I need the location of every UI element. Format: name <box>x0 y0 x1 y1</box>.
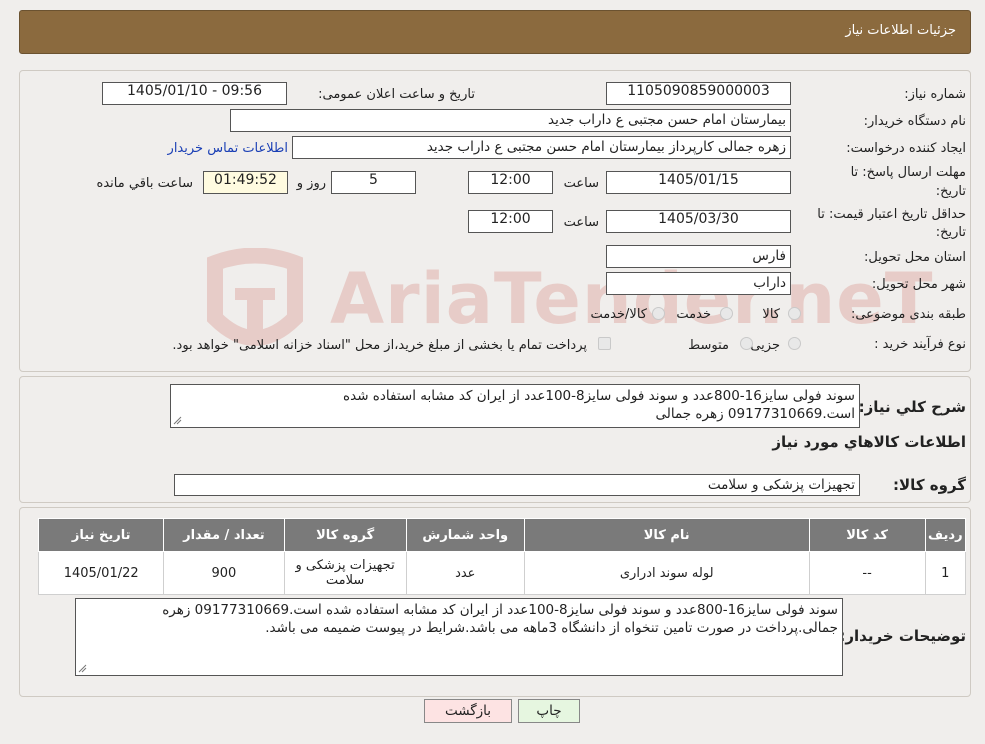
need-number-field: 1105090859000003 <box>606 82 791 105</box>
category-option-service: خدمت <box>676 307 711 322</box>
col-index: ردیف <box>924 518 967 552</box>
items-table-header: ردیف کد کالا نام کالا واحد شمارش گروه کا… <box>37 518 967 552</box>
buyer-org-label: نام دستگاه خریدار: <box>863 114 966 129</box>
page-title: جزئیات اطلاعات نیاز <box>845 23 956 38</box>
category-radio-service[interactable] <box>720 307 733 320</box>
col-group: گروه کالا <box>283 518 407 552</box>
back-button[interactable]: بازگشت <box>424 699 512 723</box>
buyer-notes-label: توضیحات خریدار: <box>839 627 966 645</box>
summary-textarea[interactable]: سوند فولی سایز16-800عدد و سوند فولی سایز… <box>170 384 860 428</box>
col-date: تاریخ نیاز <box>37 518 165 552</box>
creator-label: ایجاد کننده درخواست: <box>846 141 966 156</box>
summary-label: شرح کلي نياز: <box>858 398 966 416</box>
remaining-timer: 01:49:52 <box>203 171 288 194</box>
process-option-medium: متوسط <box>688 338 729 353</box>
deadline-time-field: 12:00 <box>468 171 553 194</box>
col-name: نام کالا <box>523 518 810 552</box>
category-option-goods: کالا <box>762 307 780 322</box>
province-field: فارس <box>606 245 791 268</box>
announce-label: تاریخ و ساعت اعلان عمومی: <box>318 87 475 102</box>
process-label: نوع فرآیند خرید : <box>874 337 966 352</box>
city-field: داراب <box>606 272 791 295</box>
creator-field: زهره جمالی کارپرداز بیمارستان امام حسن م… <box>292 136 791 159</box>
days-label: روز و <box>296 176 326 191</box>
deadline-date-field: 1405/01/15 <box>606 171 791 194</box>
buyer-notes-textarea[interactable]: سوند فولی سایز16-800عدد و سوند فولی سایز… <box>75 598 843 676</box>
deadline-time-label: ساعت <box>563 176 599 191</box>
goods-info-title: اطلاعات کالاهاي مورد نياز <box>772 433 966 451</box>
validity-label: حداقل تاریخ اعتبار قیمت: تا <box>817 207 966 222</box>
col-unit: واحد شمارش <box>405 518 525 552</box>
buyer-notes-line-2: جمالی.پرداخت در صورت تامین تنخواه از دان… <box>265 620 838 636</box>
category-option-goods-service: کالا/خدمت <box>590 307 647 322</box>
category-label: طبقه بندی موضوعی: <box>850 307 966 322</box>
cell-qty: 900 <box>163 551 285 595</box>
cell-name: لوله سوند ادراری <box>523 551 810 595</box>
watermark-text: AriaTender.neT <box>330 258 934 340</box>
items-table: ردیف کد کالا نام کالا واحد شمارش گروه کا… <box>37 518 967 595</box>
resize-grip-icon[interactable] <box>173 416 182 425</box>
need-number-label: شماره نیاز: <box>904 87 966 102</box>
validity-date-field: 1405/03/30 <box>606 210 791 233</box>
validity-label-date: تاریخ: <box>935 225 966 240</box>
summary-line-2: است.09177310669 زهره جمالی <box>655 406 855 422</box>
print-button[interactable]: چاپ <box>518 699 580 723</box>
city-label: شهر محل تحویل: <box>871 277 966 292</box>
buyer-org-field: بیمارستان امام حسن مجتبی ع داراب جدید <box>230 109 791 132</box>
summary-line-1: سوند فولی سایز16-800عدد و سوند فولی سایز… <box>343 388 855 404</box>
category-radio-goods[interactable] <box>788 307 801 320</box>
goods-group-field: تجهیزات پزشکی و سلامت <box>174 474 860 496</box>
process-radio-partial[interactable] <box>788 337 801 350</box>
category-radio-goods-service[interactable] <box>652 307 665 320</box>
col-code: کد کالا <box>808 518 926 552</box>
cell-code: -- <box>808 551 926 595</box>
process-checkbox-treasury[interactable] <box>598 337 611 350</box>
cell-group-line-1: تجهیزات پزشکی و <box>295 558 395 573</box>
process-radio-medium[interactable] <box>740 337 753 350</box>
table-row: 1 -- لوله سوند ادراری عدد تجهیزات پزشکی … <box>37 551 967 595</box>
remaining-label: ساعت باقي مانده <box>96 176 193 191</box>
resize-grip-icon[interactable] <box>78 664 87 673</box>
validity-time-label: ساعت <box>563 215 599 230</box>
buyer-notes-line-1: سوند فولی سایز16-800عدد و سوند فولی سایز… <box>162 602 838 618</box>
cell-date: 1405/01/22 <box>37 551 165 595</box>
cell-group: تجهیزات پزشکی و سلامت <box>283 551 407 595</box>
cell-index: 1 <box>924 551 967 595</box>
cell-group-line-2: سلامت <box>325 573 365 588</box>
page-header: جزئیات اطلاعات نیاز <box>19 10 971 54</box>
cell-unit: عدد <box>405 551 525 595</box>
deadline-label: مهلت ارسال پاسخ: تا <box>850 165 966 180</box>
days-field: 5 <box>331 171 416 194</box>
province-label: استان محل تحویل: <box>864 250 966 265</box>
goods-group-label: گروه کالا: <box>893 476 966 494</box>
validity-time-field: 12:00 <box>468 210 553 233</box>
process-option-partial: جزیی <box>750 338 780 353</box>
buyer-contact-link[interactable]: اطلاعات تماس خریدار <box>168 141 288 156</box>
announce-field: 1405/01/10 - 09:56 <box>102 82 287 105</box>
process-note: پرداخت تمام یا بخشی از مبلغ خرید،از محل … <box>172 338 587 353</box>
col-qty: تعداد / مقدار <box>163 518 285 552</box>
deadline-label-date: تاریخ: <box>935 184 966 199</box>
